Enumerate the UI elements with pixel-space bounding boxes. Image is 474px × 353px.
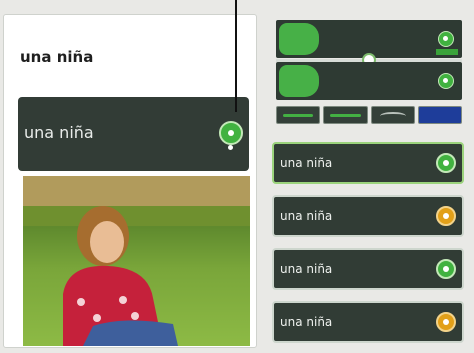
speaker-icon[interactable] (436, 259, 456, 279)
speaker-icon[interactable] (436, 312, 456, 332)
answer-text: una niña (24, 123, 94, 142)
girl-image (23, 176, 250, 346)
speaker-icon[interactable] (436, 206, 456, 226)
curve-icon (379, 112, 406, 120)
cursor-dot (228, 145, 233, 150)
choice-2[interactable]: una niña (272, 195, 464, 237)
tool-button-3[interactable] (370, 106, 415, 124)
prompt-text: una niña (20, 48, 94, 66)
speaker-icon[interactable] (438, 31, 454, 47)
lesson-photo (23, 176, 250, 346)
pointer-line (235, 0, 237, 112)
choice-label: una niña (280, 156, 333, 170)
tool-button-4[interactable] (417, 106, 462, 124)
speaker-icon[interactable] (219, 121, 243, 145)
level-meter (436, 49, 458, 55)
waveform-icon (279, 23, 319, 55)
choice-label: una niña (280, 209, 333, 223)
speaker-icon[interactable] (438, 73, 454, 89)
choice-1[interactable]: una niña (272, 142, 464, 184)
choice-3[interactable]: una niña (272, 248, 464, 290)
speaker-icon[interactable] (436, 153, 456, 173)
tool-button-2[interactable] (323, 106, 368, 124)
choice-label: una niña (280, 315, 333, 329)
waveform-icon (283, 114, 314, 117)
waveform-toolbar (276, 106, 462, 124)
tool-button-1[interactable] (276, 106, 321, 124)
waveform-icon (279, 65, 319, 97)
choice-label: una niña (280, 262, 333, 276)
waveform-icon (330, 114, 361, 117)
waveform-strip-2[interactable] (276, 62, 462, 100)
choice-4[interactable]: una niña (272, 301, 464, 343)
answer-bar[interactable]: una niña (18, 97, 249, 171)
